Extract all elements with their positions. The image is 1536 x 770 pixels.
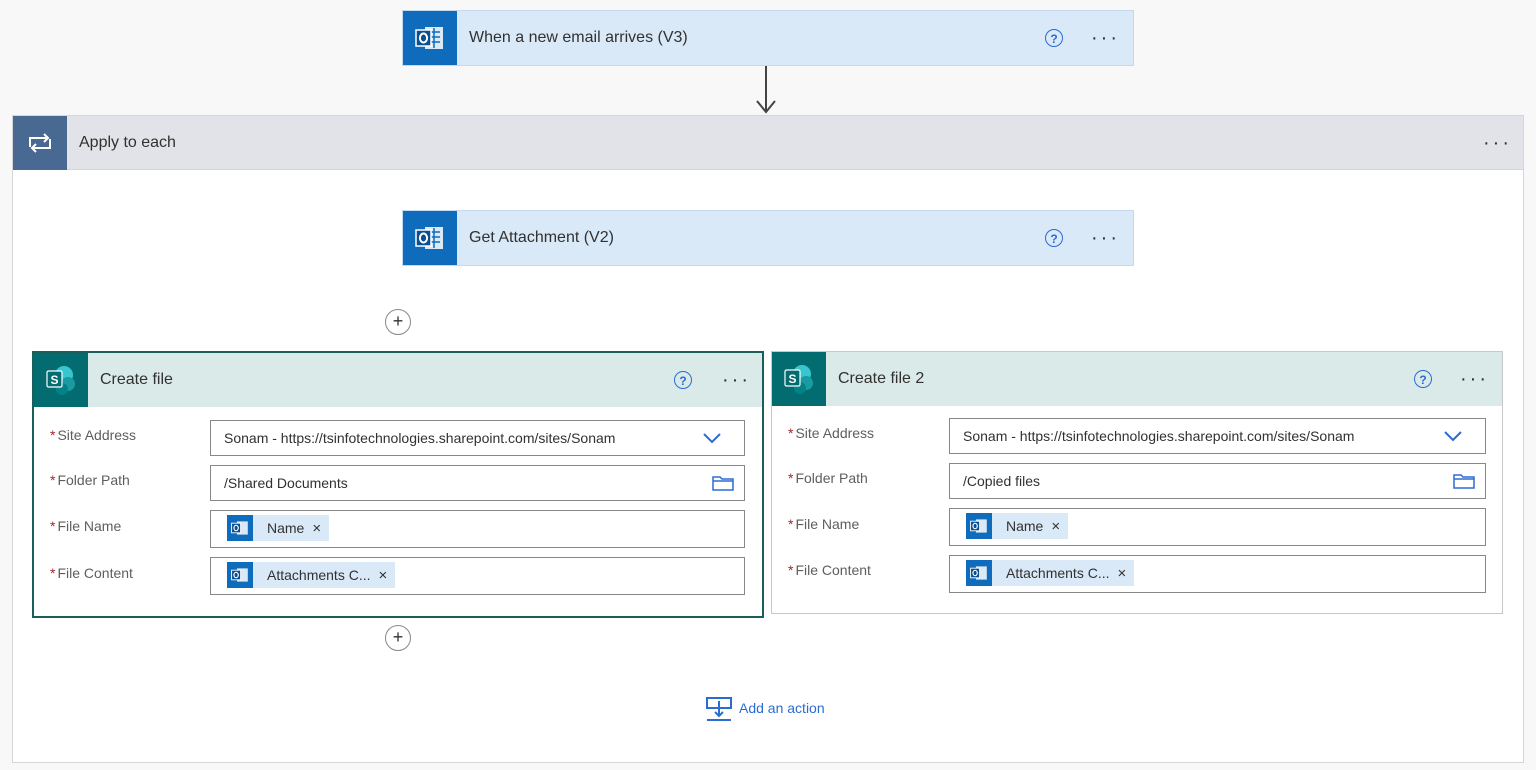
add-action-icon [706,697,732,721]
sharepoint-icon: S [772,352,826,406]
token-label: Attachments C... [267,567,371,583]
site-address-dropdown[interactable]: Sonam - https://tsinfotechnologies.share… [949,418,1486,454]
remove-token-icon[interactable]: × [1043,518,1068,535]
add-action-button[interactable]: Add an action [706,696,836,722]
site-address-dropdown[interactable]: Sonam - https://tsinfotechnologies.share… [210,420,745,456]
folder-path-value: /Shared Documents [224,475,348,491]
dynamic-content-token[interactable]: Attachments C... × [966,560,1135,586]
outlook-icon [227,515,253,541]
get-attachment-card[interactable]: Get Attachment (V2) ? ··· [402,210,1134,266]
remove-token-icon[interactable]: × [304,520,329,537]
get-attachment-title: Get Attachment (V2) [469,229,614,246]
dynamic-content-token[interactable]: Name × [966,513,1069,539]
more-options-icon[interactable]: ··· [1091,228,1120,248]
more-options-icon[interactable]: ··· [1091,28,1120,48]
file-content-label: * File Content [788,562,871,578]
chevron-down-icon [1444,431,1462,442]
folder-path-input[interactable]: /Shared Documents [210,465,745,501]
token-label: Name [267,520,305,536]
more-options-icon[interactable]: ··· [722,370,751,390]
outlook-icon [227,562,253,588]
outlook-icon [403,211,457,265]
help-icon[interactable]: ? [1045,29,1063,47]
outlook-icon [403,11,457,65]
more-options-icon[interactable]: ··· [1460,369,1489,389]
file-name-label: * File Name [788,516,860,532]
site-address-label: * Site Address [788,425,875,441]
file-name-input[interactable]: Name × [949,508,1486,546]
insert-step-button[interactable]: + [385,625,411,651]
site-address-label: * Site Address [50,427,137,443]
create-file-2-card[interactable]: S Create file 2 ? ··· * Site Address Sona… [771,351,1503,614]
outlook-icon [966,513,992,539]
sharepoint-icon: S [34,353,88,407]
create-file-2-title: Create file 2 [838,370,925,387]
loop-icon [13,116,67,170]
trigger-card[interactable]: When a new email arrives (V3) ? ··· [402,10,1134,66]
token-label: Name [1006,518,1044,534]
add-action-label: Add an action [739,700,825,716]
folder-picker-icon[interactable] [712,475,734,491]
file-name-label: * File Name [50,518,122,534]
site-address-value: Sonam - https://tsinfotechnologies.share… [224,430,616,446]
token-label: Attachments C... [1006,565,1110,581]
file-content-input[interactable]: Attachments C... × [949,555,1486,593]
remove-token-icon[interactable]: × [1109,565,1134,582]
help-icon[interactable]: ? [1414,370,1432,388]
apply-to-each-title: Apply to each [79,134,176,151]
create-file-2-header[interactable]: S Create file 2 ? ··· [772,352,1502,406]
file-name-input[interactable]: Name × [210,510,745,548]
folder-picker-icon[interactable] [1453,473,1475,489]
apply-to-each-header[interactable]: Apply to each ··· [13,116,1523,170]
help-icon[interactable]: ? [674,371,692,389]
trigger-title: When a new email arrives (V3) [469,29,688,46]
folder-path-label: * Folder Path [788,470,868,486]
remove-token-icon[interactable]: × [370,567,395,584]
create-file-header[interactable]: S Create file ? ··· [34,353,762,407]
file-content-label: * File Content [50,565,133,581]
folder-path-label: * Folder Path [50,472,130,488]
dynamic-content-token[interactable]: Attachments C... × [227,562,396,588]
chevron-down-icon [703,433,721,444]
folder-path-value: /Copied files [963,473,1041,489]
sharepoint-letter: S [50,373,58,387]
site-address-value: Sonam - https://tsinfotechnologies.share… [963,428,1355,444]
create-file-card[interactable]: S Create file ? ··· * Site Address Sonam … [32,351,764,618]
more-options-icon[interactable]: ··· [1483,133,1512,153]
outlook-icon [966,560,992,586]
file-content-input[interactable]: Attachments C... × [210,557,745,595]
insert-step-button[interactable]: + [385,309,411,335]
create-file-title: Create file [100,371,173,388]
help-icon[interactable]: ? [1045,229,1063,247]
dynamic-content-token[interactable]: Name × [227,515,330,541]
sharepoint-letter: S [788,372,796,386]
folder-path-input[interactable]: /Copied files [949,463,1486,499]
